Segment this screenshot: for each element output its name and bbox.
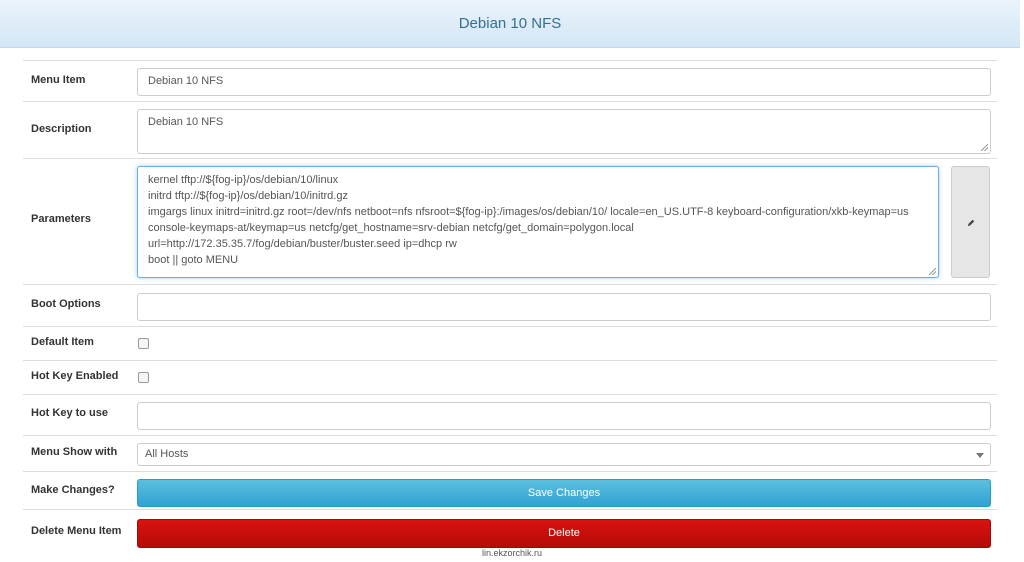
row-hot-key-enabled: Hot Key Enabled (23, 360, 997, 395)
boot-options-input[interactable] (137, 293, 991, 321)
row-boot-options: Boot Options (23, 284, 997, 327)
menu-show-with-label: Menu Show with (31, 446, 118, 458)
row-hot-key-to-use: Hot Key to use (23, 394, 997, 436)
row-default-item: Default Item (23, 326, 997, 361)
row-menu-show-with: Menu Show with All Hosts (23, 435, 997, 472)
boot-options-label: Boot Options (31, 298, 101, 310)
default-item-checkbox[interactable] (138, 338, 149, 349)
row-menu-item: Menu Item Debian 10 NFS (23, 60, 997, 102)
hot-key-enabled-label: Hot Key Enabled (31, 370, 119, 382)
parameters-label: Parameters (31, 213, 91, 225)
row-parameters: Parameters kernel tftp://${fog-ip}/os/de… (23, 158, 997, 285)
row-make-changes: Make Changes? Save Changes (23, 471, 997, 510)
chevron-down-icon (976, 453, 984, 458)
default-item-label: Default Item (31, 336, 94, 348)
row-description: Description Debian 10 NFS (23, 101, 997, 159)
description-label: Description (31, 123, 92, 135)
hot-key-enabled-checkbox[interactable] (138, 372, 149, 383)
delete-menu-item-label: Delete Menu Item (31, 525, 122, 537)
save-changes-button[interactable]: Save Changes (137, 479, 991, 507)
resize-handle-icon[interactable] (929, 268, 936, 275)
hot-key-to-use-label: Hot Key to use (31, 407, 109, 419)
delete-button[interactable]: Delete (137, 519, 991, 548)
watermark: lin.ekzorchik.ru (481, 548, 543, 558)
pencil-icon (967, 219, 975, 227)
resize-handle-icon[interactable] (981, 144, 988, 151)
parameters-textarea[interactable]: kernel tftp://${fog-ip}/os/debian/10/lin… (137, 166, 939, 278)
description-textarea[interactable]: Debian 10 NFS (137, 109, 991, 154)
page-title: Debian 10 NFS (458, 15, 562, 32)
hot-key-input[interactable] (137, 402, 991, 430)
edit-parameters-button[interactable] (951, 166, 990, 278)
menu-item-input[interactable]: Debian 10 NFS (137, 68, 991, 96)
row-delete-menu-item: Delete Menu Item Delete (23, 509, 997, 550)
page-header: Debian 10 NFS (0, 0, 1020, 48)
make-changes-label: Make Changes? (31, 484, 115, 496)
menu-item-label: Menu Item (31, 74, 86, 86)
menu-show-with-select[interactable]: All Hosts (137, 443, 991, 466)
